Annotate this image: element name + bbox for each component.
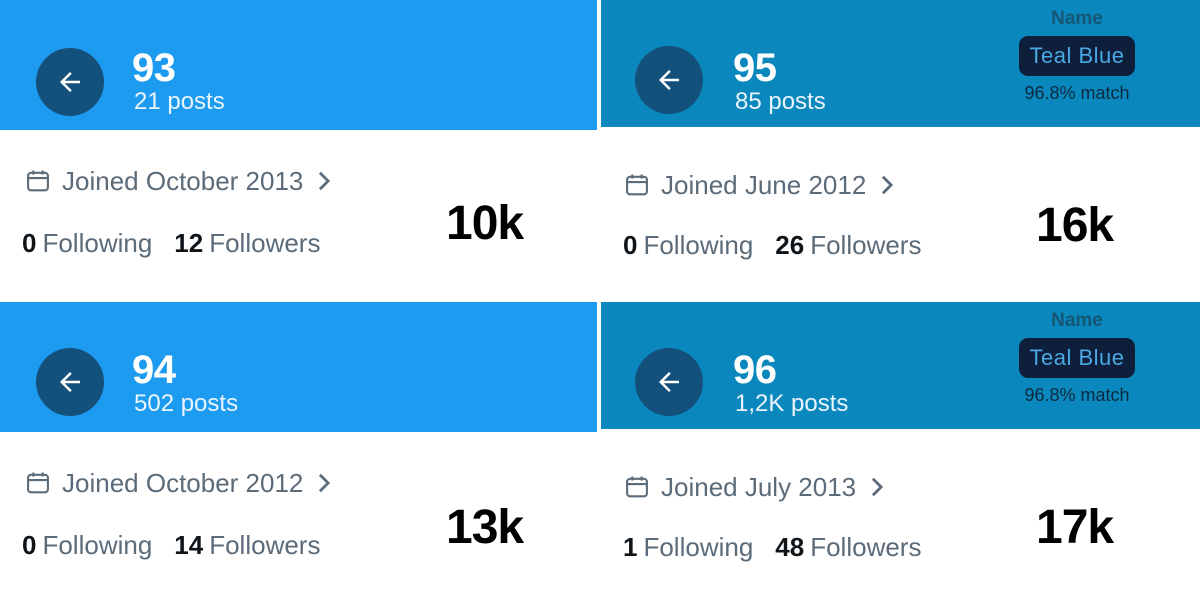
color-name-card: Name Teal Blue 96.8% match: [1007, 308, 1147, 406]
followers-count: 12: [174, 228, 204, 258]
followers-count: 26: [775, 230, 805, 260]
overlay-number: 16k: [1036, 199, 1114, 252]
profile-panel-93: 93 21 posts Joined October 2013 0 Follow…: [0, 0, 597, 298]
color-name-label: Name: [1051, 8, 1103, 29]
followers-link[interactable]: 14 Followers: [174, 530, 320, 560]
followers-label: Followers: [810, 532, 922, 562]
followers-label: Followers: [209, 530, 321, 560]
following-label: Following: [643, 532, 754, 562]
back-button[interactable]: [36, 348, 104, 416]
joined-date-link[interactable]: Joined June 2012: [623, 170, 896, 200]
profile-header: 95 85 posts Name Teal Blue 96.8% match: [601, 0, 1200, 127]
calendar-icon: [24, 167, 52, 195]
follow-stats: 0 Following 12 Followers: [22, 228, 320, 258]
joined-date: Joined October 2012: [62, 468, 304, 498]
post-count: 85 posts: [735, 88, 826, 115]
followers-link[interactable]: 12 Followers: [174, 228, 320, 258]
followers-count: 14: [174, 530, 204, 560]
follow-stats: 0 Following 14 Followers: [22, 530, 320, 560]
follow-stats: 0 Following 26 Followers: [623, 230, 921, 260]
chevron-right-icon: [315, 472, 333, 494]
profile-title: 96: [733, 348, 777, 392]
follow-stats: 1 Following 48 Followers: [623, 532, 921, 562]
overlay-number: 10k: [446, 197, 524, 250]
followers-link[interactable]: 26 Followers: [775, 230, 921, 260]
profile-header: 93 21 posts: [0, 0, 597, 130]
color-name-label: Name: [1051, 310, 1103, 331]
profile-panel-94: 94 502 posts Joined October 2012 0 Follo…: [0, 302, 597, 600]
back-button[interactable]: [635, 46, 703, 114]
following-count: 0: [623, 230, 638, 260]
back-button[interactable]: [635, 348, 703, 416]
chevron-right-icon: [868, 476, 886, 498]
calendar-icon: [623, 473, 651, 501]
post-count: 1,2K posts: [735, 390, 849, 417]
color-match: 96.8% match: [1024, 83, 1130, 103]
arrow-left-icon: [60, 372, 80, 392]
color-name-badge: Teal Blue: [1019, 338, 1135, 378]
following-count: 1: [623, 532, 638, 562]
profile-panel-95: 95 85 posts Name Teal Blue 96.8% match J…: [601, 0, 1200, 298]
following-label: Following: [42, 530, 153, 560]
back-button[interactable]: [36, 48, 104, 116]
profile-header: 94 502 posts: [0, 302, 597, 432]
profile-header: 96 1,2K posts Name Teal Blue 96.8% match: [601, 302, 1200, 429]
color-match: 96.8% match: [1024, 385, 1130, 405]
joined-date: Joined October 2013: [62, 166, 304, 196]
followers-label: Followers: [209, 228, 321, 258]
following-link[interactable]: 0 Following: [22, 530, 152, 560]
following-link[interactable]: 1 Following: [623, 532, 753, 562]
following-count: 0: [22, 228, 37, 258]
post-count: 21 posts: [134, 88, 225, 115]
profile-title: 94: [132, 348, 176, 392]
joined-date-link[interactable]: Joined July 2013: [623, 472, 886, 502]
following-count: 0: [22, 530, 37, 560]
followers-label: Followers: [810, 230, 922, 260]
joined-date-link[interactable]: Joined October 2013: [24, 166, 333, 196]
overlay-number: 17k: [1036, 501, 1114, 554]
color-name-badge: Teal Blue: [1019, 36, 1135, 76]
chevron-right-icon: [878, 174, 896, 196]
joined-date: Joined June 2012: [661, 170, 867, 200]
calendar-icon: [623, 171, 651, 199]
post-count: 502 posts: [134, 390, 239, 417]
overlay-number: 13k: [446, 501, 524, 554]
profile-title: 95: [733, 46, 777, 90]
following-link[interactable]: 0 Following: [623, 230, 753, 260]
joined-date-link[interactable]: Joined October 2012: [24, 468, 333, 498]
calendar-icon: [24, 469, 52, 497]
chevron-right-icon: [315, 170, 333, 192]
joined-date: Joined July 2013: [661, 472, 857, 502]
arrow-left-icon: [659, 372, 679, 392]
followers-count: 48: [775, 532, 805, 562]
color-name-card: Name Teal Blue 96.8% match: [1007, 6, 1147, 104]
followers-link[interactable]: 48 Followers: [775, 532, 921, 562]
arrow-left-icon: [60, 72, 80, 92]
following-label: Following: [643, 230, 754, 260]
arrow-left-icon: [659, 70, 679, 90]
following-link[interactable]: 0 Following: [22, 228, 152, 258]
profile-panel-96: 96 1,2K posts Name Teal Blue 96.8% match…: [601, 302, 1200, 600]
following-label: Following: [42, 228, 153, 258]
profile-title: 93: [132, 46, 176, 90]
